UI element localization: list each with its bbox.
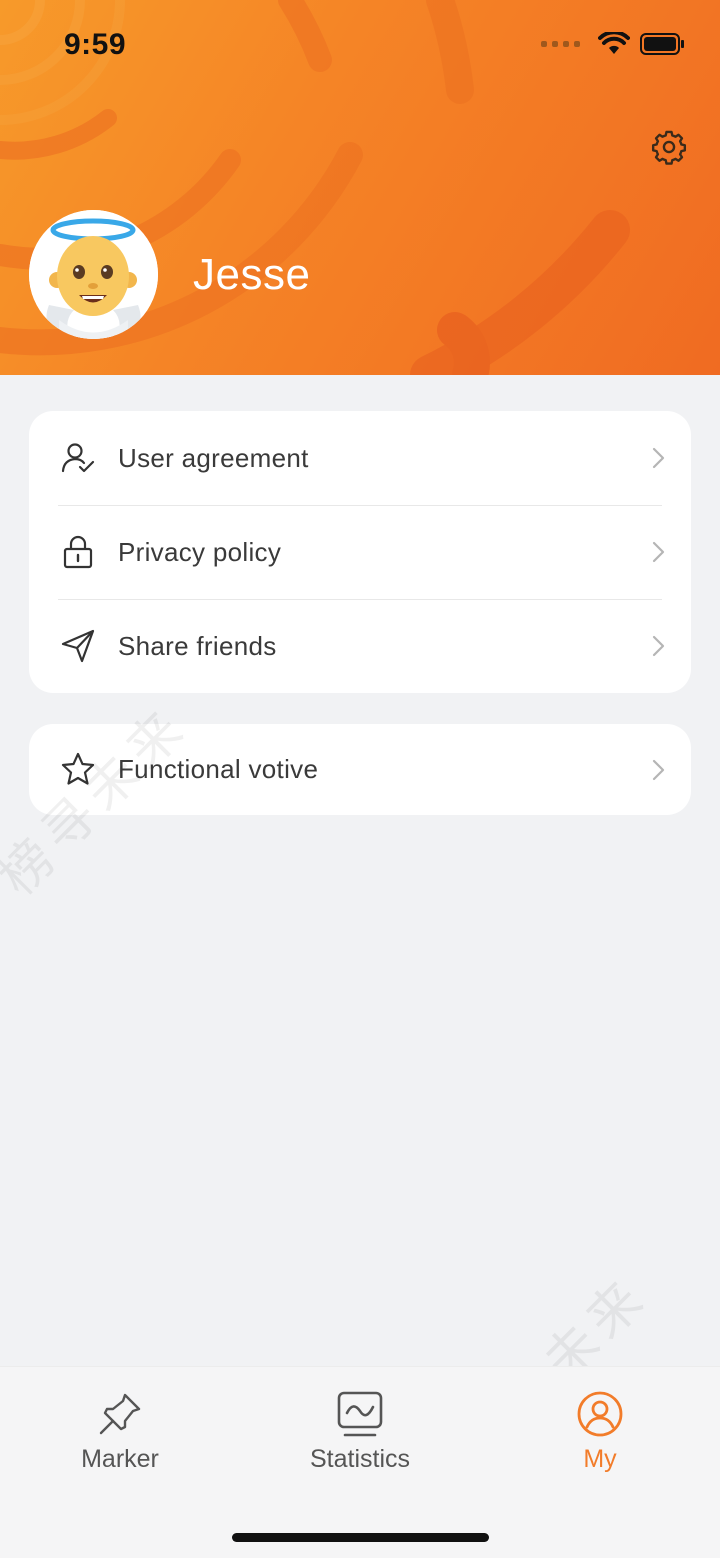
signal-icon — [541, 41, 580, 47]
star-icon — [61, 752, 95, 785]
gear-icon[interactable] — [650, 128, 688, 166]
user-check-icon — [61, 443, 95, 473]
battery-icon — [640, 33, 684, 55]
menu-item-user-agreement[interactable]: User agreement — [29, 411, 691, 505]
chevron-right-icon — [652, 759, 665, 780]
tab-bar: Marker Statistics My — [0, 1366, 720, 1558]
wifi-icon — [598, 32, 630, 54]
status-bar: 9:59 — [0, 0, 720, 90]
send-icon — [61, 629, 95, 663]
menu-card-secondary: Functional votive — [29, 724, 691, 815]
pin-icon — [99, 1393, 141, 1435]
menu-item-privacy-policy[interactable]: Privacy policy — [29, 505, 691, 599]
status-time: 9:59 — [64, 28, 127, 61]
angel-emoji-avatar — [29, 210, 158, 339]
tab-my[interactable]: My — [500, 1367, 700, 1477]
lock-icon — [63, 535, 93, 569]
menu-label: Share friends — [118, 630, 277, 661]
status-icons — [541, 32, 686, 56]
monitor-chart-icon — [337, 1391, 383, 1437]
tab-label: Statistics — [309, 1445, 411, 1473]
menu-label: Privacy policy — [118, 536, 282, 567]
username: Jesse — [193, 250, 311, 299]
menu-label: Functional votive — [118, 754, 319, 784]
menu-label: User agreement — [118, 442, 309, 473]
chevron-right-icon — [652, 541, 665, 563]
tab-marker[interactable]: Marker — [20, 1367, 220, 1477]
chevron-right-icon — [652, 635, 665, 657]
profile-icon — [577, 1391, 623, 1437]
tab-label: Marker — [81, 1445, 159, 1473]
menu-card-primary: User agreement Privacy policy Share frie… — [29, 411, 691, 693]
tab-statistics[interactable]: Statistics — [260, 1367, 460, 1477]
avatar[interactable] — [29, 210, 158, 339]
menu-item-share-friends[interactable]: Share friends — [29, 599, 691, 693]
home-indicator — [232, 1533, 489, 1542]
profile-header: 9:59 Jesse — [0, 0, 720, 375]
tab-label: My — [583, 1445, 617, 1473]
menu-item-functional-votive[interactable]: Functional votive — [29, 724, 691, 815]
chevron-right-icon — [652, 447, 665, 469]
